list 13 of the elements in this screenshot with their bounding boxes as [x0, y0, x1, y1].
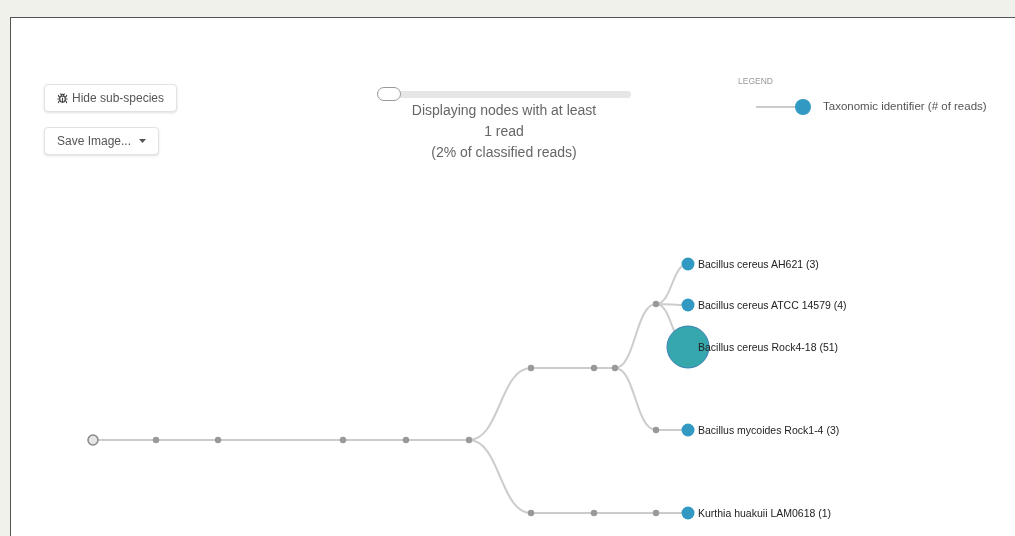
node-label: Bacillus cereus AH621 (3)	[698, 258, 819, 270]
legend-title: LEGEND	[738, 75, 773, 88]
threshold-caption: Displaying nodes with at least 1 read (2% of classified reads)	[411, 101, 597, 162]
node-label: Bacillus mycoides Rock1-4 (3)	[698, 424, 840, 436]
hide-sub-species-button[interactable]: Hide sub-species	[44, 84, 178, 112]
slider-thumb[interactable]	[377, 87, 401, 101]
legend-node-icon	[756, 97, 812, 116]
node-label: Bacillus cereus ATCC 14579 (4)	[698, 299, 847, 311]
caret-icon	[139, 139, 147, 143]
bug-icon	[57, 92, 68, 104]
save-image-dropdown[interactable]: Save Image...	[44, 127, 160, 155]
legend-label: Taxonomic identifier (# of reads)	[823, 99, 987, 115]
node-label: Kurthia huakuii LAM0618 (1)	[698, 507, 832, 519]
